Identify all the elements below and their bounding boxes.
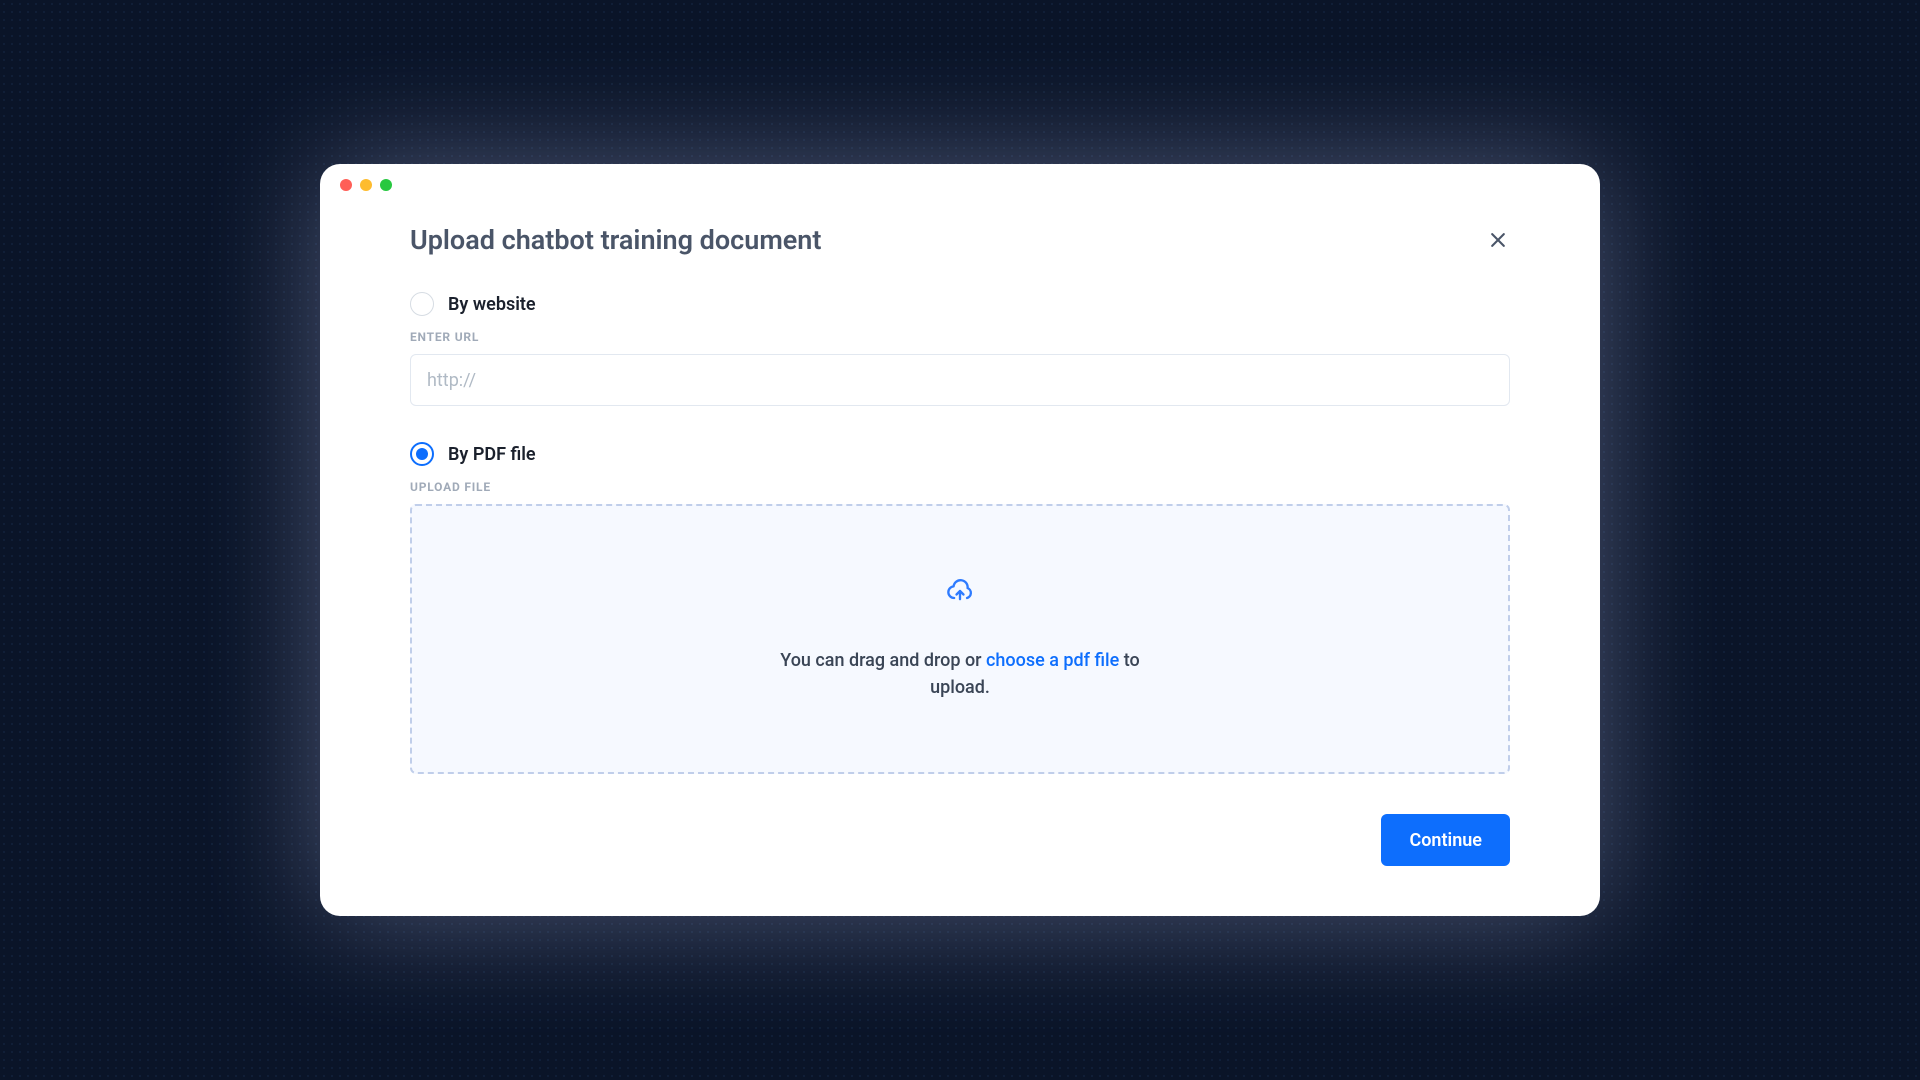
radio-pdf[interactable] (410, 442, 434, 466)
window-close-icon[interactable] (340, 179, 352, 191)
radio-website[interactable] (410, 292, 434, 316)
url-input[interactable] (410, 354, 1510, 406)
choose-file-link[interactable]: choose a pdf file (986, 650, 1119, 671)
file-dropzone[interactable]: You can drag and drop or choose a pdf fi… (410, 504, 1510, 774)
url-field-label: ENTER URL (410, 330, 1510, 344)
website-section: By website ENTER URL (410, 292, 1510, 406)
close-button[interactable] (1486, 228, 1510, 252)
dropzone-prefix: You can drag and drop or (780, 650, 986, 671)
modal-content: Upload chatbot training document By webs… (320, 206, 1600, 916)
close-icon (1488, 230, 1508, 250)
modal-footer: Continue (410, 814, 1510, 866)
continue-button[interactable]: Continue (1381, 814, 1510, 866)
upload-modal: Upload chatbot training document By webs… (320, 164, 1600, 916)
window-minimize-icon[interactable] (360, 179, 372, 191)
radio-pdf-dot (416, 448, 428, 460)
upload-field-label: UPLOAD FILE (410, 480, 1510, 494)
window-controls (320, 164, 1600, 206)
modal-wrapper: Upload chatbot training document By webs… (320, 164, 1600, 916)
pdf-section: By PDF file UPLOAD FILE You can drag and… (410, 442, 1510, 774)
modal-header: Upload chatbot training document (410, 224, 1510, 256)
modal-title: Upload chatbot training document (410, 224, 821, 256)
window-maximize-icon[interactable] (380, 179, 392, 191)
radio-pdf-label: By PDF file (448, 444, 536, 465)
dropzone-text: You can drag and drop or choose a pdf fi… (760, 647, 1160, 701)
radio-pdf-row: By PDF file (410, 442, 1510, 466)
radio-website-label: By website (448, 294, 536, 315)
cloud-upload-icon (946, 577, 974, 609)
radio-website-row: By website (410, 292, 1510, 316)
